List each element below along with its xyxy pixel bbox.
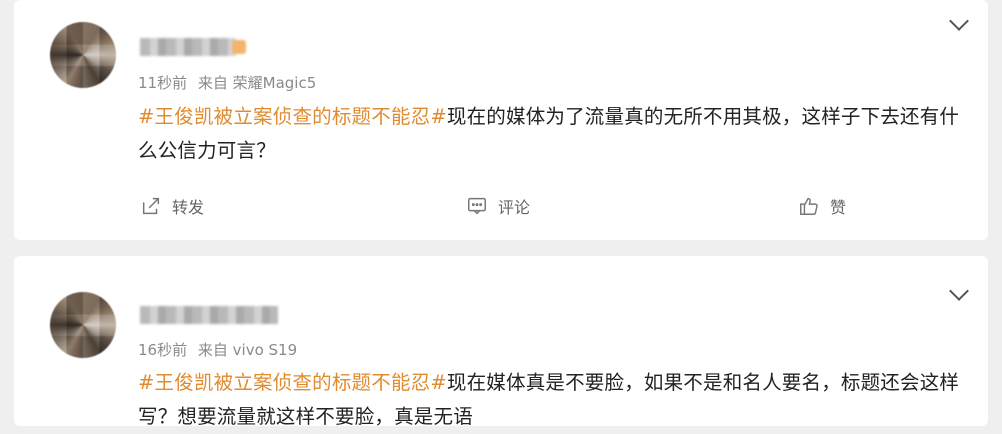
chevron-down-icon[interactable] [949,281,969,301]
action-bar: 转发 评论 赞 [14,194,988,224]
post-text: #王俊凯被立案侦查的标题不能忍#现在的媒体为了流量真的无所不用其极，这样子下去还… [138,100,968,168]
chevron-down-icon[interactable] [949,11,969,31]
forward-button[interactable]: 转发 [140,194,204,218]
like-label: 赞 [830,198,847,217]
hashtag-link[interactable]: #王俊凯被立案侦查的标题不能忍# [138,371,447,394]
hashtag-link[interactable]: #王俊凯被立案侦查的标题不能忍# [138,105,447,128]
post-source: 来自 vivo S19 [197,341,298,359]
like-button[interactable]: 赞 [798,194,846,218]
post-source: 来自 荣耀Magic5 [197,74,317,92]
like-icon [800,197,818,215]
forward-label: 转发 [172,198,205,217]
comment-button[interactable]: 评论 [466,194,530,218]
post-text: #王俊凯被立案侦查的标题不能忍#现在媒体真是不要脸，如果不是和名人要名，标题还会… [138,366,968,434]
post-meta: 11秒前 来自 荣耀Magic5 [138,72,316,93]
username-blurred[interactable] [140,306,278,324]
post-card: 16秒前 来自 vivo S19 #王俊凯被立案侦查的标题不能忍#现在媒体真是不… [14,256,988,428]
comment-label: 评论 [498,198,531,217]
avatar[interactable] [50,22,116,88]
username-blurred[interactable] [140,38,236,56]
comment-icon [468,197,486,215]
post-time: 11秒前 [138,74,188,92]
forward-icon [142,197,160,215]
post-meta: 16秒前 来自 vivo S19 [138,339,297,360]
avatar[interactable] [50,292,116,358]
vip-badge-icon [232,40,246,54]
post-time: 16秒前 [138,341,188,359]
post-card: 11秒前 来自 荣耀Magic5 #王俊凯被立案侦查的标题不能忍#现在的媒体为了… [14,0,988,240]
